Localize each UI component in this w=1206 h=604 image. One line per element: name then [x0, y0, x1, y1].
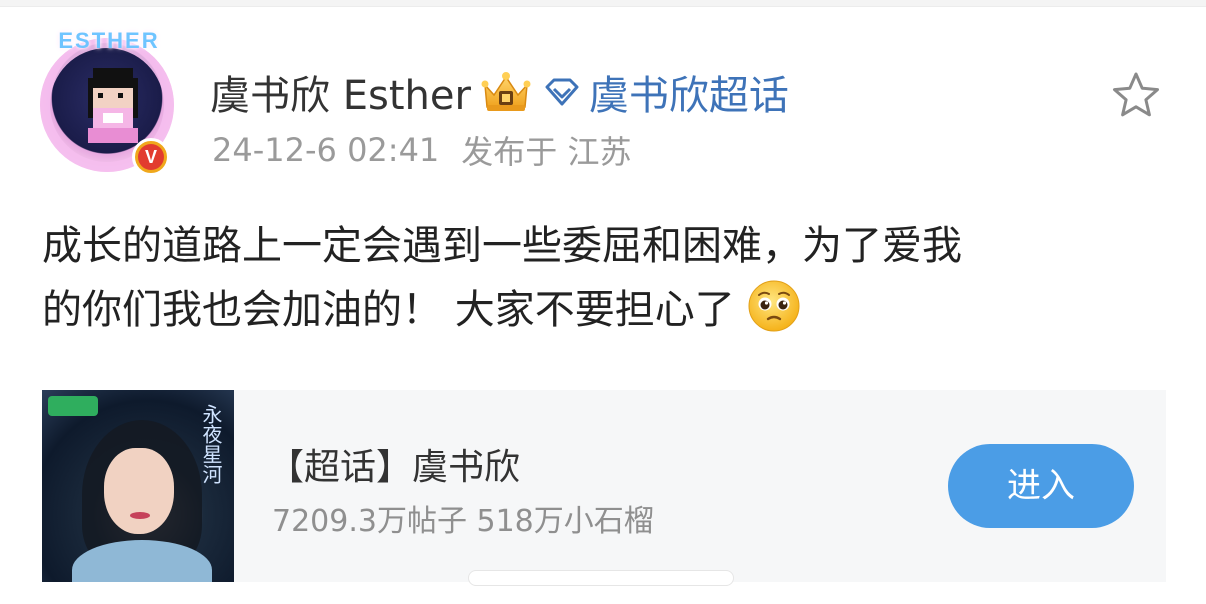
supertopic-stats: 7209.3万帖子 518万小石榴 — [272, 504, 654, 539]
diamond-icon — [545, 78, 579, 106]
supertopic-card[interactable]: 永夜星河 【超话】虞书欣 7209.3万帖子 518万小石榴 进入 — [42, 390, 1166, 582]
author-avatar[interactable]: ESTHER V — [34, 28, 184, 180]
post-text-line-1: 成长的道路上一定会遇到一些委屈和困难，为了爱我 — [42, 223, 962, 269]
cover-platform-badge — [48, 396, 98, 416]
top-divider — [0, 0, 1206, 7]
crown-icon[interactable] — [479, 69, 533, 115]
avatar-lettering: ESTHER — [58, 28, 160, 53]
verified-badge-letter: V — [138, 144, 164, 170]
post-text-line-2-content: 的你们我也会加油的！ 大家不要担心了 — [42, 287, 735, 333]
cover-lips — [130, 512, 150, 519]
star-icon[interactable] — [1110, 70, 1162, 120]
supertopic-cover-image: 永夜星河 — [42, 390, 234, 582]
post-meta: 24-12-6 02:41 发布于 江苏 — [212, 128, 631, 172]
carousel-indicator — [468, 570, 734, 586]
cover-drama-title: 永夜星河 — [199, 404, 223, 484]
post-body: 成长的道路上一定会遇到一些委屈和困难，为了爱我 的你们我也会加油的！ 大家不要担… — [42, 214, 1172, 342]
post-location: 发布于 江苏 — [461, 133, 632, 171]
verified-badge-icon: V — [132, 138, 170, 176]
author-header: 虞书欣 Esther 虞书欣超话 — [210, 64, 789, 120]
supertopic-title: 【超话】虞书欣 — [268, 447, 521, 488]
post-text-line-2: 的你们我也会加油的！ 大家不要担心了 — [42, 278, 1172, 342]
enter-button[interactable]: 进入 — [948, 444, 1134, 528]
author-name[interactable]: 虞书欣 Esther — [210, 63, 471, 121]
cover-face — [104, 448, 174, 534]
supertopic-link[interactable]: 虞书欣超话 — [589, 63, 789, 121]
post-timestamp: 24-12-6 02:41 — [212, 131, 440, 169]
pleading-face-emoji — [748, 280, 800, 332]
pixel-character — [88, 68, 138, 143]
